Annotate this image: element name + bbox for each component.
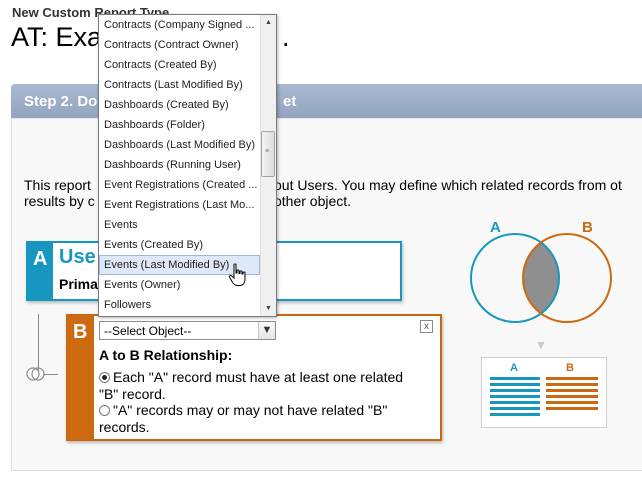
scroll-down-icon[interactable]: ▼	[261, 302, 276, 316]
dropdown-item[interactable]: Event Registrations (Created ...	[99, 175, 260, 195]
dropdown-item[interactable]: Dashboards (Last Modified By)	[99, 135, 260, 155]
step-title-prefix: Step 2. Do	[24, 93, 98, 110]
dropdown-item[interactable]: Dashboards (Created By)	[99, 95, 260, 115]
relationship-option-required-label-line2: "B" record.	[99, 386, 166, 402]
dropdown-item[interactable]: Contracts (Company Signed ...	[99, 15, 260, 35]
description-line1-prefix: This report	[24, 177, 91, 193]
close-button[interactable]: x	[420, 320, 433, 333]
relationship-connector-line	[38, 314, 39, 372]
dropdown-item[interactable]: Event Registrations (Last Mo...	[99, 195, 260, 215]
step-title-suffix: et	[283, 93, 297, 110]
legend-label-b: B	[566, 362, 574, 374]
relationship-radio-optional[interactable]	[99, 405, 110, 416]
dropdown-item[interactable]: Events	[99, 215, 260, 235]
object-a-primary-label: Prima	[59, 276, 98, 292]
relationship-option-optional-label: "A" records may or may not have related …	[113, 402, 388, 418]
legend-rows-graphic	[490, 377, 598, 416]
chevron-down-icon[interactable]: ▼	[258, 322, 275, 339]
panel-divider	[11, 470, 642, 471]
legend-rows-a	[490, 377, 540, 416]
page-title-suffix: .	[282, 22, 290, 52]
dropdown-item[interactable]: Contracts (Created By)	[99, 55, 260, 75]
object-dropdown-list[interactable]: Contracts (Company Signed ... Contracts …	[98, 14, 277, 317]
object-b-select[interactable]: --Select Object--	[99, 321, 276, 340]
legend-label-a: A	[510, 362, 518, 374]
dropdown-item[interactable]: Followers	[99, 295, 260, 315]
page-title-prefix: AT: Exa	[11, 22, 103, 52]
relationship-option-required-label: Each "A" record must have at least one r…	[113, 369, 404, 385]
relationship-connector-stub	[44, 374, 58, 375]
venn-diagram	[470, 233, 612, 323]
description-line2-prefix: results by c	[24, 193, 95, 209]
grip-icon: ≡	[265, 148, 270, 155]
dropdown-item[interactable]: Dashboards (Running User)	[99, 155, 260, 175]
object-a-name: Use	[59, 246, 96, 268]
description-line1-suffix: out Users. You may define which related …	[274, 177, 622, 193]
object-a-letter: A	[33, 248, 48, 270]
relationship-radio-required[interactable]	[99, 372, 110, 383]
dropdown-item[interactable]: Dashboards (Folder)	[99, 115, 260, 135]
dropdown-item[interactable]: Contracts (Contract Owner)	[99, 35, 260, 55]
dropdown-item[interactable]: Contracts (Last Modified By)	[99, 75, 260, 95]
description-line2-suffix: other object.	[274, 193, 352, 209]
object-b-letter: B	[73, 321, 88, 343]
hand-cursor-icon	[228, 263, 246, 286]
scroll-up-icon[interactable]: ▲	[261, 16, 276, 30]
relationship-option-optional-label-line2: records.	[99, 419, 150, 435]
relationship-heading: A to B Relationship:	[99, 347, 233, 363]
legend-rows-b	[546, 377, 598, 410]
dropdown-item[interactable]: Events (Created By)	[99, 235, 260, 255]
join-icon	[26, 367, 45, 381]
arrow-down-icon: ▼	[535, 338, 547, 352]
